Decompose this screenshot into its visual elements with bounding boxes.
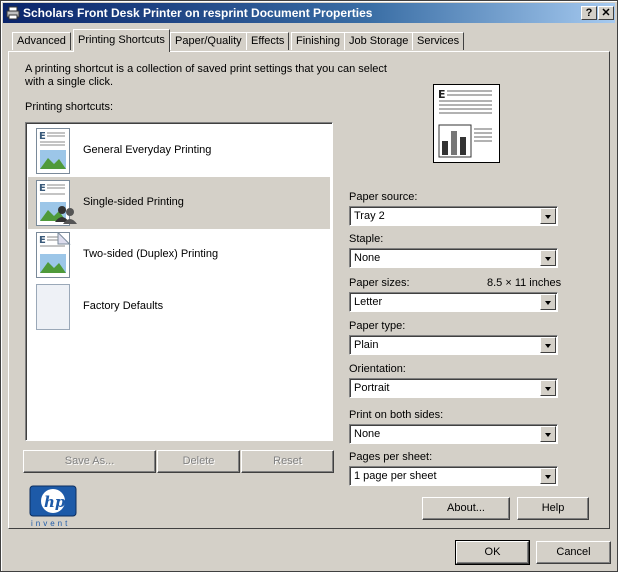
title-bar[interactable]: Scholars Front Desk Printer on resprint … <box>3 3 615 23</box>
tab-printing-shortcuts[interactable]: Printing Shortcuts <box>73 29 170 52</box>
tab-panel <box>8 51 610 529</box>
cancel-button[interactable]: Cancel <box>536 541 611 564</box>
close-title-button[interactable]: ✕ <box>598 6 614 20</box>
printer-icon <box>6 6 20 20</box>
help-title-button[interactable]: ? <box>581 6 597 20</box>
window-title: Scholars Front Desk Printer on resprint … <box>23 6 373 20</box>
tab-paper-quality[interactable]: Paper/Quality <box>170 32 247 50</box>
ok-button[interactable]: OK <box>455 540 530 565</box>
tab-effects[interactable]: Effects <box>246 32 290 50</box>
tab-services[interactable]: Services <box>412 32 465 50</box>
document-properties-window: Scholars Front Desk Printer on resprint … <box>0 0 618 572</box>
tab-advanced[interactable]: Advanced <box>12 32 71 50</box>
tab-job-storage[interactable]: Job Storage <box>344 32 414 50</box>
tab-finishing[interactable]: Finishing <box>291 32 346 50</box>
